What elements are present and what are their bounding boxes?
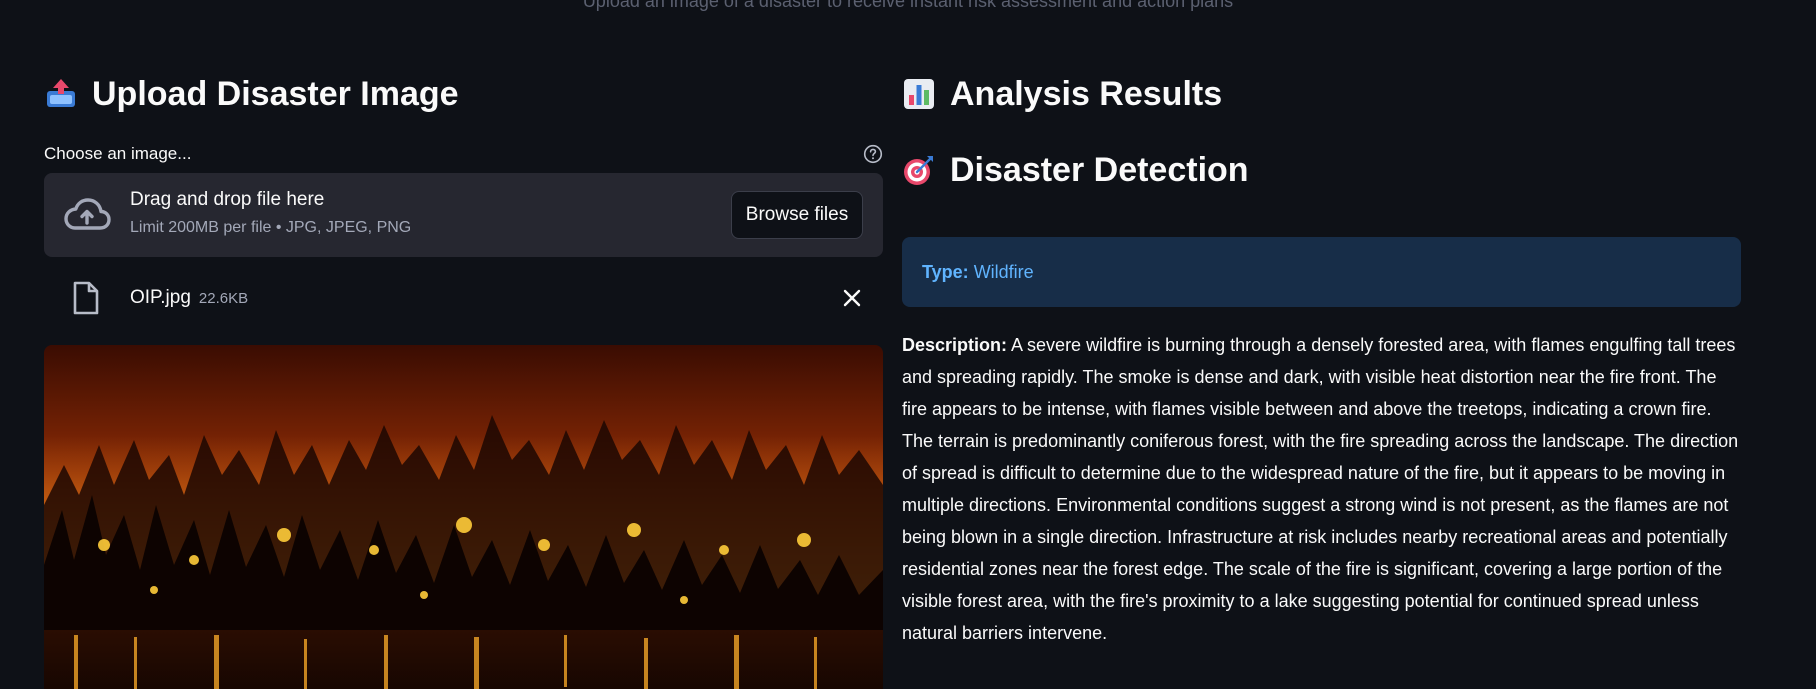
uploaded-file-row: OIP.jpg 22.6KB [44,257,883,345]
disaster-description: Description: A severe wildfire is burnin… [902,329,1741,649]
bar-chart-icon [904,79,934,109]
file-dropzone[interactable]: Drag and drop file here Limit 200MB per … [44,173,883,257]
page-subtitle: Upload an image of a disaster to receive… [582,0,1234,11]
type-value: Wildfire [973,261,1034,282]
browse-files-button[interactable]: Browse files [731,191,863,239]
uploaded-image-preview [44,345,883,689]
results-column: Analysis Results Disaster Detection Type… [902,66,1741,649]
results-title: Analysis Results [950,74,1223,113]
description-text: A severe wildfire is burning through a d… [902,335,1739,643]
file-uploader-label: Choose an image... [44,144,192,163]
dropzone-title: Drag and drop file here [130,189,325,210]
description-label: Description: [902,335,1008,355]
detection-heading: Disaster Detection [902,142,1741,198]
close-icon[interactable] [843,289,861,307]
app-page: Upload an image of a disaster to receive… [0,0,1816,689]
inbox-tray-icon [47,79,75,107]
uploaded-file-name: OIP.jpg 22.6KB [130,287,248,309]
type-label: Type: [922,261,969,282]
file-name-text: OIP.jpg [130,287,191,308]
dropzone-limit: Limit 200MB per file • JPG, JPEG, PNG [130,219,412,236]
direct-hit-icon [904,156,933,185]
help-icon[interactable] [863,144,883,164]
file-uploader-label-row: Choose an image... [44,144,883,164]
dropzone-text: Drag and drop file here Limit 200MB per … [130,189,411,237]
cloud-upload-icon [64,198,111,230]
wildfire-image [44,345,883,689]
upload-heading: Upload Disaster Image [44,66,883,122]
upload-column: Upload Disaster Image Choose an image...… [44,66,883,689]
file-size: 22.6KB [198,290,249,307]
results-heading: Analysis Results [902,66,1741,122]
file-icon [73,281,99,315]
upload-title: Upload Disaster Image [92,74,459,113]
detection-title: Disaster Detection [950,150,1249,189]
disaster-type-info: Type: Wildfire [902,237,1741,307]
